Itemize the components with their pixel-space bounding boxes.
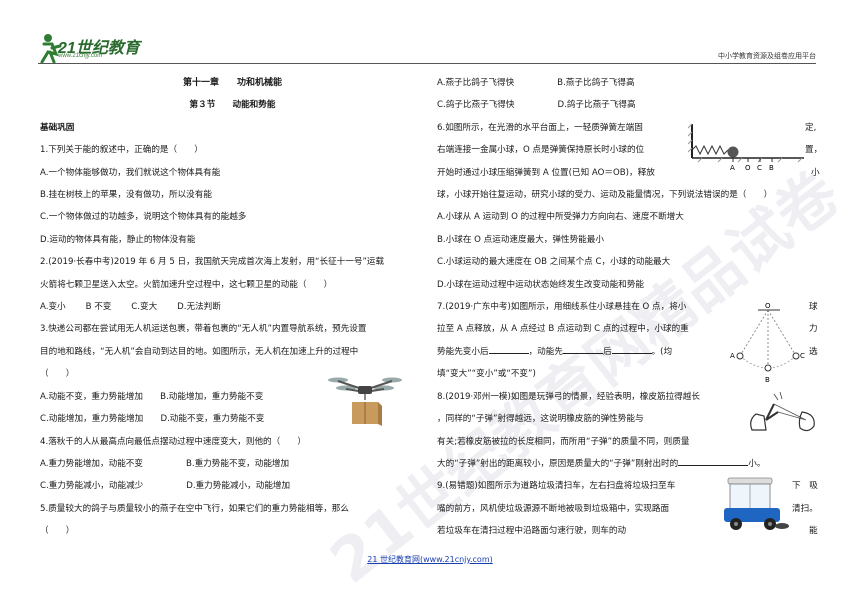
question-6-option-d: D.小球在运动过程中运动状态始终发生改变动能和势能 xyxy=(437,279,645,290)
question-6-text-2: 右端连接一金属小球，O 点是弹簧保持原长时小球的位 xyxy=(437,145,645,156)
basic-heading: 基础巩固 xyxy=(40,122,75,133)
question-4-options-cd: C.重力势能减小，动能减少 D.重力势能减小，动能增加 xyxy=(40,481,291,492)
answer-blank-2[interactable] xyxy=(562,345,603,354)
pendulum-figure: O A B C xyxy=(730,302,805,384)
pendulum-label-o: O xyxy=(765,302,771,310)
question-5-options-cd: C.鸽子比燕子飞得快 D.鸽子比燕子飞得高 xyxy=(437,100,636,111)
question-8-text-4: 大的“子弹”射出的距离较小，原因是质量大的“子弹”刚射出时的 xyxy=(437,458,679,469)
header-platform-text: 中小学教育资源及组卷应用平台 xyxy=(718,52,816,60)
question-6-option-a: A.小球从 A 运动到 O 的过程中所受弹力方向向右、速度不断增大 xyxy=(437,212,684,223)
question-7-text-3a: 势能先变小后 xyxy=(437,346,489,357)
question-1-option-a: A.一个物体能够做功，我们就说这个物体具有能 xyxy=(40,167,221,178)
question-2-line-1: 2.(2019·长春中考)2019 年 6 月 5 日，我国航天完成首次海上发射… xyxy=(40,257,385,268)
question-7-text-2b: 力 xyxy=(809,324,818,335)
pendulum-label-a: A xyxy=(730,352,735,360)
question-8-line-4: 大的“子弹”射出的距离较小，原因是质量大的“子弹”刚射出时的 小。 xyxy=(437,453,822,475)
question-9-text-2: 嘴的前方，风机使垃圾源源不断地被吸到垃圾箱中，实现路面 xyxy=(437,503,670,514)
question-9-text-3: 若垃圾车在清扫过程中沿路面匀速行驶，则车的动 xyxy=(437,526,627,537)
question-1-option-b: B.挂在树枝上的苹果，没有做功，所以没有能 xyxy=(40,190,212,201)
question-6-option-c: C.小球运动的最大速度在 OB 之间某个点 C，小球的动能最大 xyxy=(437,257,671,268)
question-1-option-d: D.运动的物体具有能，静止的物体没有能 xyxy=(40,234,196,245)
question-6-line-4: 球，小球开始往复运动，研究小球的受力、运动及能量情况，下列说法错误的是（ ） xyxy=(437,190,773,201)
header-divider xyxy=(38,63,816,64)
question-6-option-b: B.小球在 O 点运动速度最大，弹性势能最小 xyxy=(437,234,604,245)
pendulum-label-c: C xyxy=(800,352,805,360)
question-6-text-1: 6.如图所示，在光滑的水平台面上，一轻质弹簧左端固 xyxy=(437,122,643,133)
question-7-text-3c: 后 xyxy=(602,346,612,357)
question-6-text-3: 开始时通过小球压缩弹簧到 A 位置(已知 AO＝OB)，释放 xyxy=(437,167,655,178)
answer-blank-4[interactable] xyxy=(678,457,749,466)
question-2-line-2: 火箭将七颗卫星送入太空。火箭加速升空过程中，这七颗卫星的动能（ ） xyxy=(40,279,333,290)
spring-label-a: A xyxy=(730,164,735,172)
question-7-text-1b: 球 xyxy=(809,302,818,313)
question-7-text-3b: ，动能先 xyxy=(528,346,563,357)
spring-label-b: B xyxy=(769,164,774,172)
left-column: 第十一章 功和机械能 第３节 动能和势能 基础巩固 1.下列关于能的叙述中，正确… xyxy=(40,72,425,543)
question-4: 4.落秋千的人从最高点向最低点摆动过程中速度变大，则他的（ ） xyxy=(40,436,307,447)
question-7-text-3e: 选 xyxy=(809,346,818,357)
spring-figure: A O C B xyxy=(688,123,804,172)
question-7-text-3d: 。(均 xyxy=(651,346,673,357)
question-7-text-1: 7.(2019·广东中考)如图所示，用细线系住小球悬挂在 O 点，将小 xyxy=(437,302,687,313)
question-9-text-2b: 清扫。 xyxy=(792,503,818,514)
question-3-line-2: 目的地和路线，“无人机”会自动到达目的地。如图所示，无人机在加速上升的过程中 xyxy=(40,346,359,357)
question-2-options: A.变小 B 不变 C.变大 D.无法判断 xyxy=(40,302,221,313)
question-9-text-3b: 能 xyxy=(809,526,818,537)
question-5-options-ab: A.燕子比鸽子飞得快 B.燕子比鸽子飞得高 xyxy=(437,78,635,88)
logo-url: www.21cnjy.com xyxy=(58,53,103,59)
question-7-text-2: 拉至 A 点释放，从 A 点经过 B 点运动到 C 点的过程中，小球的重 xyxy=(437,324,689,335)
pendulum-label-b: B xyxy=(765,376,770,384)
answer-blank-3[interactable] xyxy=(611,345,652,354)
question-1-option-c: C.一个物体做过的功越多，说明这个物体具有的能越多 xyxy=(40,212,247,223)
drone-figure xyxy=(328,377,402,426)
question-9-text-1b: 下 吸 xyxy=(792,481,818,492)
section-title: 第３节 动能和势能 xyxy=(189,100,276,111)
spring-label-o: O xyxy=(745,164,751,172)
question-3-line-1: 3.快递公司都在尝试用无人机运送包裹，带着包裹的“无人机”内置导航系统，预先设置 xyxy=(40,324,367,335)
chapter-title: 第十一章 功和机械能 xyxy=(182,78,282,88)
footer-link[interactable]: 21 世纪教育网(www.21cnjy.com) xyxy=(0,554,860,565)
question-9-text-1: 9.(易错题)如图所示为道路垃圾清扫车，左右扫盘将垃圾扫至车 xyxy=(437,481,676,492)
question-6-text-3b: 小 xyxy=(811,167,820,178)
question-8-text-4b: 小。 xyxy=(748,458,766,469)
spring-label-c: C xyxy=(757,164,762,172)
question-5-line-2: （ ） xyxy=(40,526,75,537)
street-sweeper-figure xyxy=(724,477,789,530)
question-4-options-ab: A.重力势能增加，动能不变 B.重力势能不变，动能增加 xyxy=(40,458,290,469)
slingshot-figure xyxy=(750,391,815,432)
question-1: 1.下列关于能的叙述中，正确的是（ ） xyxy=(40,145,203,156)
question-5-line-1: 5.质量较大的鸽子与质量较小的燕子在空中飞行，如果它们的重力势能相等，那么 xyxy=(40,503,349,514)
answer-blank-1[interactable] xyxy=(488,345,529,354)
